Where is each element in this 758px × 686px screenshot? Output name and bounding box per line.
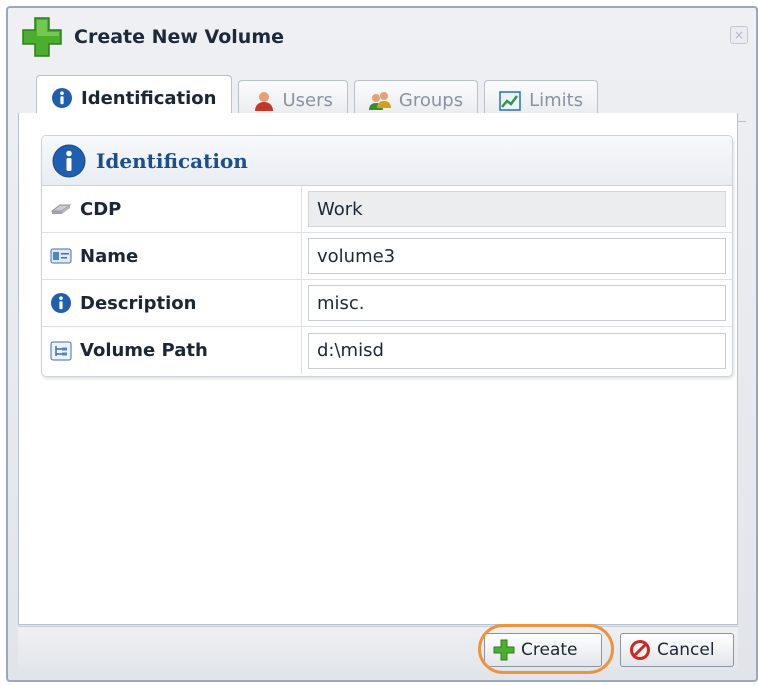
- cancel-icon: [630, 640, 650, 660]
- cancel-button-label: Cancel: [657, 640, 715, 660]
- info-icon: [52, 88, 72, 108]
- field-label: CDP: [42, 186, 302, 232]
- name-field[interactable]: [308, 238, 726, 274]
- section-header: Identification: [42, 136, 732, 186]
- field-label: Volume Path: [42, 327, 302, 374]
- tab-label: Limits: [529, 90, 584, 111]
- field-label: Description: [42, 280, 302, 326]
- field-row-description: Description: [42, 280, 732, 327]
- section-title: Identification: [96, 148, 248, 173]
- field-label-text: Name: [80, 245, 139, 267]
- volume-path-field[interactable]: [308, 332, 726, 369]
- create-button-label: Create: [521, 640, 578, 660]
- cdp-field: [308, 191, 726, 227]
- info-icon: [52, 144, 86, 177]
- field-row-cdp: CDP: [42, 186, 732, 233]
- chart-icon: [499, 90, 521, 111]
- identification-section: Identification CDP Work Name volume3 Des…: [41, 135, 733, 377]
- tree-icon: [50, 341, 72, 360]
- description-field[interactable]: [308, 285, 726, 321]
- plus-icon: [493, 639, 515, 661]
- dialog-footer: Create Cancel: [18, 626, 738, 670]
- field-label: Name: [42, 233, 302, 279]
- field-row-name: Name: [42, 233, 732, 280]
- field-label-text: Volume Path: [80, 340, 208, 361]
- field-label-text: CDP: [80, 198, 122, 220]
- dialog-titlebar: Create New Volume ×: [8, 8, 756, 66]
- group-icon: [368, 91, 391, 110]
- tab-panel: Identification CDP Work Name volume3 Des…: [18, 113, 738, 625]
- tab-label: Users: [282, 90, 333, 111]
- tab-label: Identification: [81, 87, 217, 109]
- field-row-volume-path: Volume Path: [42, 327, 732, 374]
- field-label-text: Description: [80, 292, 197, 314]
- cancel-button[interactable]: Cancel: [620, 633, 734, 667]
- tab-label: Groups: [398, 90, 464, 111]
- dialog-title: Create New Volume: [74, 26, 285, 48]
- create-button[interactable]: Create: [484, 633, 602, 667]
- info-icon: [51, 293, 71, 313]
- close-button[interactable]: ×: [730, 26, 748, 44]
- plus-icon: [22, 17, 62, 57]
- id-card-icon: [50, 248, 72, 264]
- user-icon: [254, 91, 273, 111]
- disk-icon: [50, 204, 72, 214]
